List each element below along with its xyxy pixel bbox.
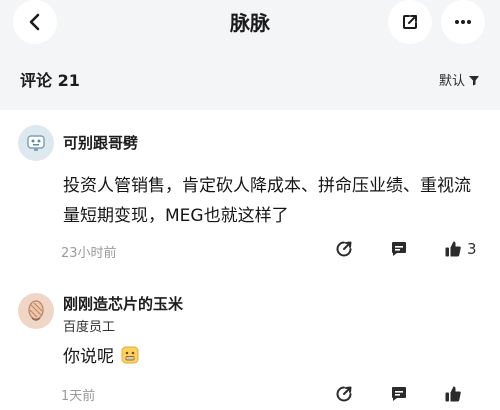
robot-avatar-icon: [27, 135, 45, 151]
top-nav-bar: 脉脉: [0, 0, 500, 46]
repost-button[interactable]: [333, 383, 355, 405]
reply-bubble-icon: [392, 387, 406, 401]
username[interactable]: 可别跟哥劈: [63, 132, 138, 153]
grimace-emoji-icon: [121, 346, 139, 364]
avatar[interactable]: [18, 125, 54, 161]
comments-count-label: 评论 21: [20, 71, 80, 90]
more-button[interactable]: [441, 0, 485, 44]
more-dots-icon: [455, 20, 471, 24]
comment-text: 你说呢: [63, 342, 483, 372]
sort-label: 默认: [438, 74, 465, 89]
thumbs-up-icon: [445, 386, 461, 402]
user-company: 百度员工: [63, 320, 116, 335]
corn-avatar-icon: [28, 300, 44, 321]
thumbs-up-icon: [445, 241, 461, 257]
comment-time: 1天前: [61, 389, 96, 404]
repost-icon: [336, 386, 352, 402]
reply-button[interactable]: [388, 238, 410, 260]
comment-text-content: 你说呢: [63, 347, 114, 367]
username[interactable]: 刚刚造芯片的玉米: [63, 293, 183, 314]
comment-item: 刚刚造芯片的玉米 百度员工 你说呢 1天前: [0, 281, 500, 410]
like-count: 3: [467, 240, 477, 258]
repost-icon: [336, 241, 352, 257]
comment-item: 可别跟哥劈 投资人管销售，肯定砍人降成本、拼命压业绩、重视流量短期变现，MEG也…: [0, 110, 500, 281]
like-button[interactable]: [442, 383, 464, 405]
avatar[interactable]: [18, 293, 54, 329]
share-out-icon: [403, 15, 417, 29]
sort-dropdown[interactable]: 默认: [439, 70, 480, 89]
comment-text: 投资人管销售，肯定砍人降成本、拼命压业绩、重视流量短期变现，MEG也就这样了: [63, 176, 471, 226]
sort-filter-icon: [469, 75, 479, 85]
reply-button[interactable]: [388, 383, 410, 405]
reply-bubble-icon: [392, 242, 406, 256]
repost-button[interactable]: [333, 238, 355, 260]
comment-time: 23小时前: [61, 246, 117, 261]
like-button[interactable]: [442, 238, 464, 260]
comments-header: 评论 21 默认: [0, 46, 500, 110]
share-button[interactable]: [388, 0, 432, 44]
